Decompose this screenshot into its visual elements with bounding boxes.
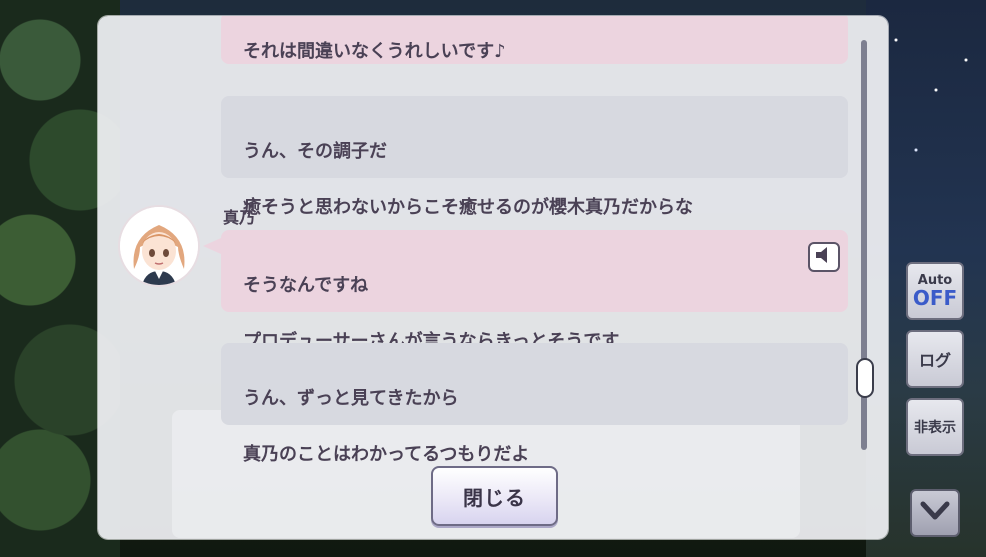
message-line: うん、ずっと見てきたから: [243, 388, 459, 409]
message-bubble: それは間違いなくうれしいです♪: [221, 16, 848, 64]
message-line: 真乃のことはわかってるつもりだよ: [243, 444, 530, 465]
auto-state: OFF: [912, 286, 958, 310]
character-avatar: [120, 207, 198, 285]
advance-button[interactable]: [910, 489, 960, 537]
chevron-down-icon: [920, 501, 950, 525]
message-line: それは間違いなくうれしいです♪: [243, 41, 506, 62]
auto-toggle-button[interactable]: Auto OFF: [906, 262, 964, 320]
message-bubble: うん、ずっと見てきたから 真乃のことはわかってるつもりだよ: [221, 343, 848, 465]
log-label: ログ: [918, 351, 951, 370]
backlog-dialog: それは間違いなくうれしいです♪ うん、その調子だ 癒そうと思わないからこそ癒せる…: [98, 16, 888, 539]
log-button[interactable]: ログ: [906, 330, 964, 388]
message-line: 癒そうと思わないからこそ癒せるのが櫻木真乃だからな: [243, 197, 693, 218]
bubble-tail: [203, 238, 221, 254]
scrollbar-thumb[interactable]: [856, 358, 874, 398]
speaker-name: 真乃: [223, 208, 256, 227]
message-line: うん、その調子だ: [243, 141, 387, 162]
speaker-icon: [814, 246, 834, 268]
hide-label: 非表示: [914, 420, 956, 436]
message-bubble: そうなんですね プロデューサーさんが言うならきっとそうです: [221, 230, 848, 352]
voice-replay-button[interactable]: [808, 242, 840, 272]
close-button[interactable]: 閉じる: [431, 466, 558, 526]
hide-ui-button[interactable]: 非表示: [906, 398, 964, 456]
message-bubble: うん、その調子だ 癒そうと思わないからこそ癒せるのが櫻木真乃だからな: [221, 96, 848, 218]
message-line: そうなんですね: [243, 275, 369, 296]
